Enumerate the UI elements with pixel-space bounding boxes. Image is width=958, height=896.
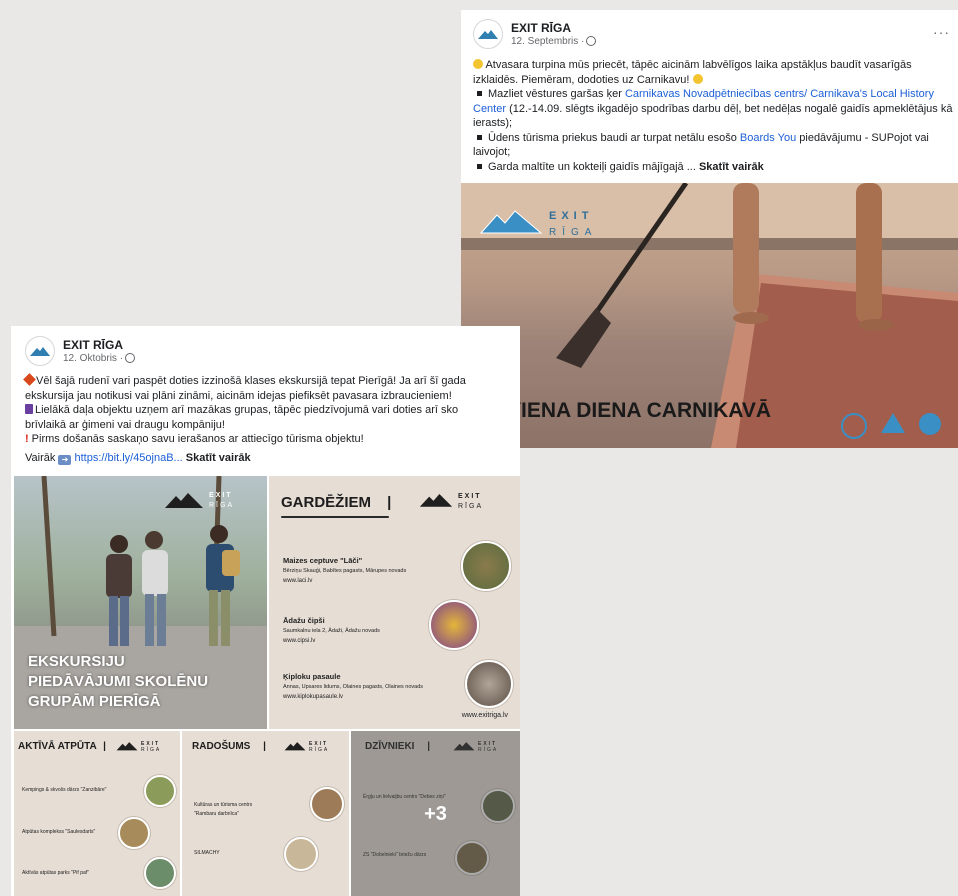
image-headline: VIENA DIENA CARNIKAVĀ — [507, 399, 772, 422]
tile-active[interactable]: AKTĪVĀ ATPŪTA | EXIT RĪGA Kempings & skv… — [14, 731, 180, 896]
post-carnikava: EXIT RĪGA 12. Septembris · ··· Atvasara … — [461, 10, 958, 448]
mountain-logo-icon — [165, 493, 203, 508]
place-photo — [461, 541, 511, 591]
logo-word-riga: RĪGA — [309, 747, 330, 753]
tile-gourmet-title: GARDĒŽIEM | — [281, 494, 392, 511]
post-text: Vēl šajā rudenī vari paspēt doties izzin… — [23, 373, 466, 465]
mountain-logo-icon — [419, 494, 453, 507]
logo-word-exit: EXIT — [209, 492, 233, 499]
post-excursions: EXIT RĪGA 12. Oktobris · Vēl šajā rudenī… — [11, 326, 520, 896]
bullet-icon — [477, 134, 482, 140]
boards-you-link[interactable]: Boards You — [740, 132, 796, 144]
dining-icon — [919, 413, 941, 435]
logo-word-riga: RĪGA — [549, 227, 598, 238]
bitly-link[interactable]: https://bit.ly/45ojnaB... — [75, 452, 183, 464]
place-item: Ādažu čipši Saumkalnu iela 2, Ādaži, Ādaž… — [283, 616, 380, 644]
more-photos-count[interactable]: +3 — [351, 803, 520, 826]
place-photo — [310, 787, 344, 821]
globe-icon — [125, 353, 136, 363]
place-item: Aktīvās atpūtas parks "Pif paf" — [22, 870, 89, 876]
exclamation-emoji-icon: ! — [25, 433, 29, 445]
place-item: SILMACHY — [194, 850, 220, 856]
exit-riga-logo — [164, 491, 204, 514]
page-name[interactable]: EXIT RĪGA — [63, 338, 135, 352]
place-photo — [144, 857, 176, 889]
exit-riga-logo-icon — [30, 347, 50, 356]
place-photo — [465, 660, 513, 708]
mountain-logo-icon — [479, 210, 543, 234]
carnikava-centre-link[interactable]: Carnikavas Novadpētniecības centrs/ Carn… — [625, 88, 934, 100]
post-header: EXIT RĪGA 12. Septembris · — [473, 19, 597, 49]
post-image-sup[interactable]: EXIT RĪGA VIENA DIENA CARNIKAVĀ — [461, 183, 958, 448]
book-emoji-icon — [25, 404, 33, 414]
place-photo — [429, 600, 479, 650]
image-icon-row — [841, 413, 941, 439]
post-date[interactable]: 12. Oktobris · — [63, 352, 136, 365]
place-item: Maizes ceptuve "Lāči" Bērziņu Skauģi, Bab… — [283, 556, 407, 584]
place-item: Kempings & skvošs dārzs "Zanzibāre" — [22, 787, 107, 793]
logo-word-riga: RĪGA — [209, 502, 235, 509]
globe-icon — [586, 36, 597, 46]
post-text: Atvasara turpina mūs priecēt, tāpēc aici… — [473, 59, 953, 173]
place-item: Kultūras un tūrisma centrs "Rambaru darb… — [194, 802, 253, 817]
post-date[interactable]: 12. Septembris · — [511, 35, 597, 48]
arrow-right-emoji-icon: ➜ — [58, 454, 72, 465]
hiking-icon — [841, 413, 867, 439]
page-avatar[interactable] — [25, 336, 55, 366]
place-photo — [284, 837, 318, 871]
tile-gourmet[interactable]: GARDĒŽIEM | EXIT RĪGA Maizes ceptuve "Lā… — [269, 476, 520, 729]
carnikava-centre-link-cont[interactable]: Center — [473, 103, 506, 115]
place-item: Atpūtas komplekss "Saulesdarts" — [22, 829, 96, 835]
see-more-link[interactable]: Skatīt vairāk — [186, 452, 251, 464]
place-photo — [118, 817, 150, 849]
sun-emoji-icon — [692, 73, 703, 84]
bullet-icon — [477, 163, 482, 169]
see-more-link[interactable]: Skatīt vairāk — [699, 161, 764, 173]
more-horizontal-icon[interactable]: ··· — [933, 24, 950, 40]
sun-emoji-icon — [473, 59, 483, 69]
mountain-logo-icon — [284, 742, 306, 751]
page-avatar[interactable] — [473, 19, 503, 49]
mountain-logo-icon — [116, 742, 138, 751]
exit-riga-logo — [479, 207, 543, 240]
brush-underline — [281, 516, 389, 518]
exit-riga-logo-icon — [478, 30, 498, 39]
tile-creative-title: RADOŠUMS | — [192, 741, 266, 752]
tile-creative[interactable]: RADOŠUMS | EXIT RĪGA Kultūras un tūrisma… — [182, 731, 349, 896]
home-icon — [881, 413, 905, 433]
tile-animals[interactable]: DZĪVNIEKI | EXIT RĪGA Ērgļu un lielvaijb… — [351, 731, 520, 896]
logo-word-exit: EXIT — [549, 210, 594, 222]
logo-word-exit: EXIT — [458, 493, 482, 500]
place-photo — [144, 775, 176, 807]
tile-active-title: AKTĪVĀ ATPŪTA | — [18, 741, 106, 752]
maple-leaf-emoji-icon — [23, 373, 36, 386]
post-header: EXIT RĪGA 12. Oktobris · — [25, 336, 136, 366]
logo-word-riga: RĪGA — [458, 503, 484, 510]
bullet-icon — [477, 91, 482, 97]
page-name[interactable]: EXIT RĪGA — [511, 21, 596, 35]
logo-word-riga: RĪGA — [141, 747, 162, 753]
tile-footer-url: www.exitriga.lv — [461, 712, 508, 719]
place-item: Ķiploku pasaule Annas, Upsares lidums, Ol… — [283, 672, 424, 700]
tile-excursions-title: EKSKURSIJU PIEDĀVĀJUMI SKOLĒNU GRUPĀM PI… — [28, 653, 209, 710]
tile-excursions[interactable]: EXIT RĪGA EKSKURSIJU PIEDĀVĀJUMI SKOLĒNU… — [14, 476, 267, 729]
